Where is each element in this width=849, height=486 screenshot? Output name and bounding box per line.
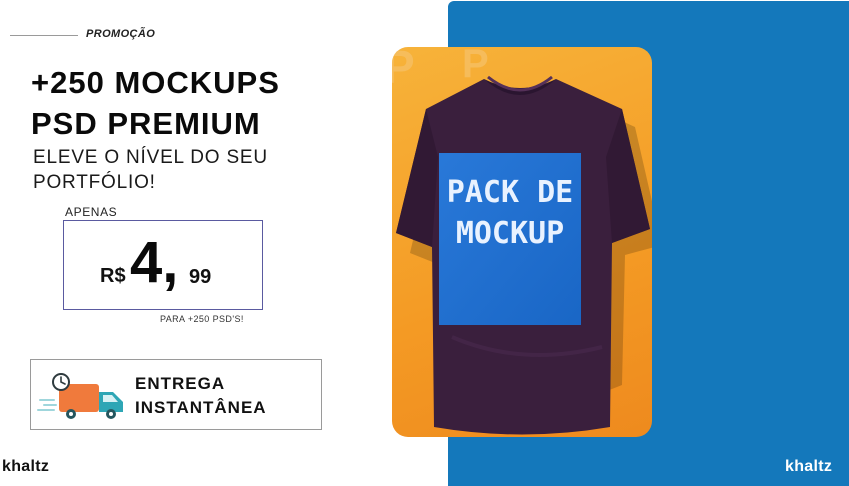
price-integer: 4, xyxy=(130,230,179,295)
tshirt-mockup-image: P P PACK DE MOCKUP xyxy=(392,47,652,435)
delivery-line-2: INSTANTÂNEA xyxy=(135,398,267,417)
delivery-line-1: ENTREGA xyxy=(135,374,226,393)
product-image-card: P P PACK DE MOCKUP xyxy=(392,47,652,437)
background-letters: P xyxy=(392,47,415,93)
brand-logo-right: khaltz xyxy=(785,458,833,475)
promo-divider-line xyxy=(10,35,78,36)
subheadline-line-1: ELEVE O NÍVEL DO SEU xyxy=(33,147,268,168)
shirt-text-line-1: PACK DE xyxy=(447,175,573,210)
price-cents: 99 xyxy=(189,266,212,288)
price-prefix: APENAS xyxy=(65,205,118,219)
price-note: PARA +250 PSD'S! xyxy=(160,314,244,324)
brand-logo-left: khaltz xyxy=(2,458,50,475)
headline-line-1: +250 MOCKUPS xyxy=(31,65,280,100)
delivery-truck-icon xyxy=(37,373,123,419)
delivery-text: ENTREGA INSTANTÂNEA xyxy=(135,372,267,420)
price-currency: R$ xyxy=(100,265,126,287)
price-box: R$ 4, 99 xyxy=(63,220,263,310)
headline: +250 MOCKUPS PSD PREMIUM xyxy=(31,62,280,144)
subheadline: ELEVE O NÍVEL DO SEU PORTFÓLIO! xyxy=(33,145,268,195)
headline-line-2: PSD PREMIUM xyxy=(31,106,261,141)
promo-label: PROMOÇÃO xyxy=(86,28,156,40)
delivery-badge: ENTREGA INSTANTÂNEA xyxy=(30,359,322,430)
shirt-text-line-2: MOCKUP xyxy=(456,216,564,251)
subheadline-line-2: PORTFÓLIO! xyxy=(33,172,156,193)
